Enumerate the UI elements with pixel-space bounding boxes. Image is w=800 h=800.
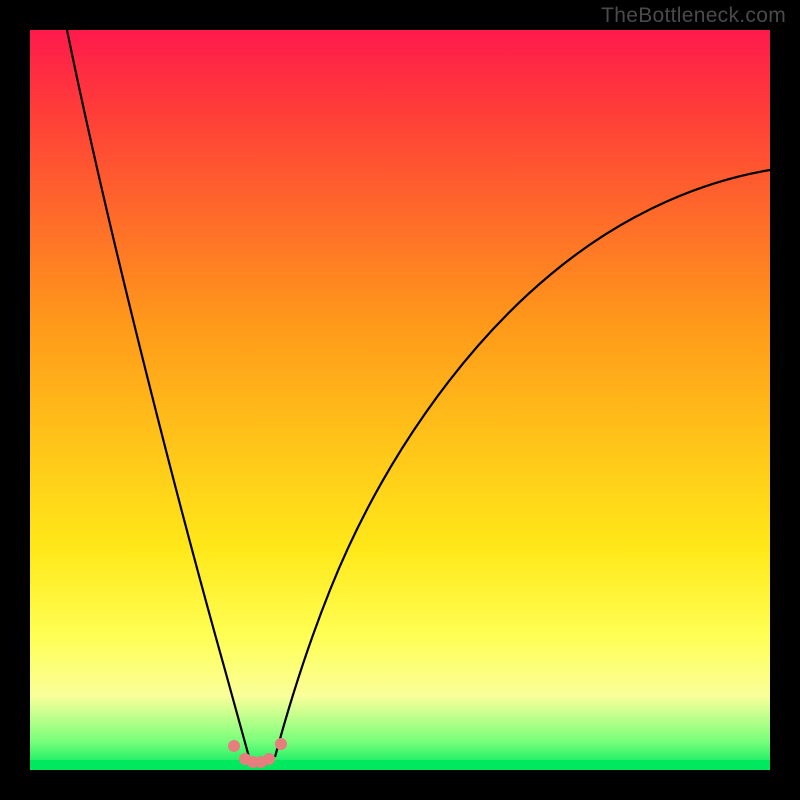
curve-left-branch bbox=[67, 30, 249, 757]
curve-right-branch bbox=[275, 170, 770, 757]
bottleneck-curve bbox=[30, 30, 770, 770]
watermark-text: TheBottleneck.com bbox=[601, 4, 786, 28]
marker-dot bbox=[228, 740, 240, 752]
green-baseline bbox=[30, 760, 770, 770]
marker-dot bbox=[275, 738, 287, 750]
chart-plot-area bbox=[30, 30, 770, 770]
marker-dot bbox=[263, 753, 275, 765]
